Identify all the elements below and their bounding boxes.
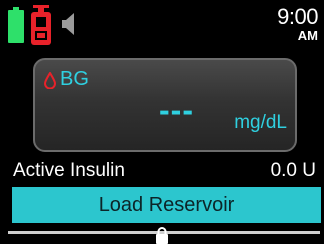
battery-icon: [8, 7, 24, 43]
clock-ampm: AM: [297, 28, 318, 43]
bg-panel[interactable]: BG --- mg/dL: [33, 58, 297, 152]
speaker-icon: [62, 13, 74, 35]
blood-drop-icon: [44, 72, 56, 89]
active-insulin-label: Active Insulin: [13, 160, 125, 181]
bg-label: BG: [60, 68, 89, 90]
active-insulin-value: 0.0 U: [270, 160, 316, 181]
clock: 9:00 AM: [258, 4, 318, 43]
load-reservoir-button[interactable]: Load Reservoir: [12, 187, 321, 223]
reservoir-icon: [31, 5, 51, 45]
status-bar: 9:00 AM: [0, 0, 324, 50]
bg-value: ---: [159, 92, 194, 128]
bg-unit: mg/dL: [234, 112, 287, 133]
active-insulin-row: Active Insulin 0.0 U: [0, 160, 324, 184]
lock-icon: [156, 227, 168, 244]
clock-time: 9:00: [277, 4, 318, 29]
